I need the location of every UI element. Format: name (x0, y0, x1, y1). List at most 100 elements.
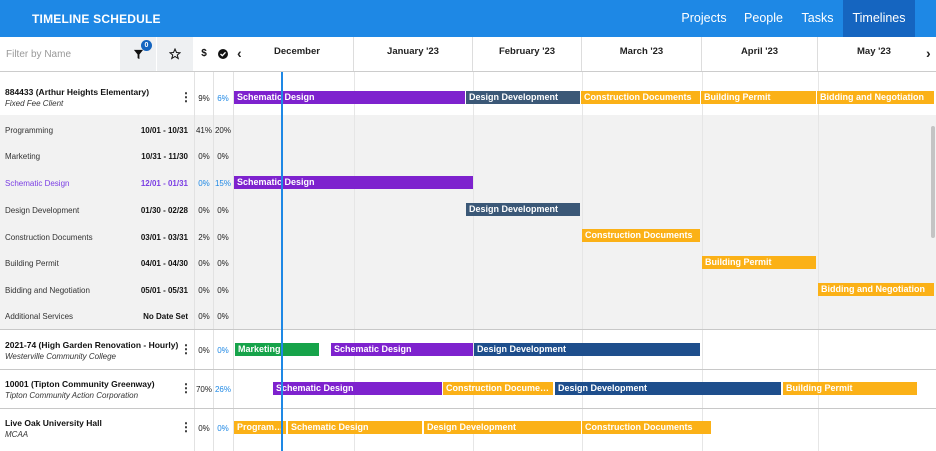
fee-percent: 0% (198, 259, 210, 268)
complete-percent: 0% (217, 259, 229, 268)
phase-dates: 04/01 - 04/30 (140, 259, 188, 268)
complete-percent: 0% (217, 206, 229, 215)
timeline-bar[interactable]: Programming (234, 421, 286, 434)
timeline-bar[interactable]: Building Permit (701, 91, 816, 104)
phase-dates: 03/01 - 03/31 (140, 233, 188, 242)
phase-name: Marketing (5, 152, 41, 161)
phase-name: Design Development (5, 206, 80, 215)
timeline-bar[interactable]: Construction Documents (582, 229, 700, 242)
timeline-bar[interactable]: Design Development (466, 203, 580, 216)
favorites-button[interactable] (157, 37, 193, 71)
nav-tasks[interactable]: Tasks (792, 0, 843, 37)
complete-percent: 0% (217, 312, 229, 321)
timeline-bar[interactable]: Schematic Design (273, 382, 442, 395)
fee-percent: 70% (195, 385, 212, 394)
filter-by-name-input[interactable] (0, 37, 120, 71)
timeline-bar[interactable]: Schematic Design (288, 421, 422, 434)
fee-percent: 0% (198, 286, 210, 295)
vertical-scrollbar[interactable] (931, 126, 935, 238)
complete-percent: 0% (217, 233, 229, 242)
complete-percent: 0% (217, 424, 229, 433)
fee-percent: 9% (198, 94, 210, 103)
fee-percent: 0% (198, 312, 210, 321)
project-client: Tipton Community Action Corporation (5, 391, 139, 400)
more-options-icon[interactable]: ⋮ (180, 382, 192, 394)
timeline-bar[interactable]: Schematic Design (234, 176, 473, 189)
nav-people[interactable]: People (735, 0, 792, 37)
app-title: TIMELINE SCHEDULE (32, 12, 161, 26)
timeline-bar[interactable]: Bidding and Negotiation (818, 283, 934, 296)
fee-column-header[interactable]: $ (195, 37, 213, 71)
timeline-bar[interactable]: Design Development (555, 382, 781, 395)
month-header: January '23 (354, 37, 473, 71)
phase-name: Schematic Design (5, 179, 70, 188)
project-client: MCAA (5, 430, 29, 439)
nav-timelines[interactable]: Timelines (843, 0, 915, 37)
phase-name: Bidding and Negotiation (5, 286, 90, 295)
month-header: February '23 (473, 37, 582, 71)
complete-percent: 0% (217, 286, 229, 295)
timeline-bar[interactable]: Marketing (235, 343, 319, 356)
fee-percent: 0% (198, 346, 210, 355)
timeline-bar[interactable]: Building Permit (702, 256, 816, 269)
phase-name: Additional Services (5, 312, 74, 321)
timeline-bar[interactable]: Construction Documents (582, 421, 711, 434)
month-header: May '23 (857, 46, 891, 57)
next-period-arrow[interactable]: › (926, 37, 936, 71)
fee-percent: 0% (198, 424, 210, 433)
star-icon (169, 48, 181, 60)
complete-column-header[interactable] (214, 37, 232, 71)
phase-name: Building Permit (5, 259, 59, 268)
timeline-bar[interactable]: Bidding and Negotiation (817, 91, 934, 104)
timeline-bar[interactable]: Design Development (474, 343, 700, 356)
complete-percent: 15% (214, 179, 231, 188)
month-header: April '23 (702, 37, 818, 71)
phase-dates: No Date Set (143, 312, 188, 321)
phase-name: Construction Documents (5, 233, 93, 242)
complete-percent: 6% (217, 94, 229, 103)
project-name[interactable]: 884433 (Arthur Heights Elementary) (5, 87, 149, 97)
complete-percent: 0% (217, 346, 229, 355)
phase-name: Programming (5, 126, 54, 135)
row-separator (0, 329, 936, 330)
month-header: December (241, 37, 354, 71)
timeline-header: 0 $ ‹ December January '23 February '23 … (0, 37, 936, 72)
month-header: March '23 (582, 37, 702, 71)
filter-button[interactable]: 0 (120, 37, 156, 71)
timeline-bar[interactable]: Schematic Design (234, 91, 465, 104)
more-options-icon[interactable]: ⋮ (180, 343, 192, 355)
fee-percent: 0% (198, 152, 210, 161)
project-name[interactable]: Live Oak University Hall (5, 418, 102, 428)
more-options-icon[interactable]: ⋮ (180, 91, 192, 103)
timeline-bar[interactable]: Schematic Design (331, 343, 473, 356)
complete-percent: 26% (214, 385, 231, 394)
row-separator (0, 369, 936, 370)
fee-percent: 2% (198, 233, 210, 242)
fee-percent: 41% (195, 126, 212, 135)
expanded-phase-area (0, 115, 936, 329)
complete-percent: 20% (214, 126, 231, 135)
phase-dates: 12/01 - 01/31 (140, 179, 188, 188)
column-divider (233, 72, 234, 451)
nav-projects[interactable]: Projects (673, 0, 735, 37)
phase-dates: 10/01 - 10/31 (140, 126, 188, 135)
check-circle-icon (218, 49, 228, 59)
phase-dates: 10/31 - 11/30 (141, 152, 188, 161)
more-options-icon[interactable]: ⋮ (180, 421, 192, 433)
filter-icon (133, 49, 143, 59)
timeline-bar[interactable]: Design Development (424, 421, 581, 434)
project-name[interactable]: 10001 (Tipton Community Greenway) (5, 379, 155, 389)
timeline-bar[interactable]: Construction Documents (443, 382, 553, 395)
timeline-bar[interactable]: Design Development (466, 91, 580, 104)
phase-dates: 01/30 - 02/28 (140, 206, 188, 215)
filter-count-badge: 0 (141, 40, 152, 51)
project-name[interactable]: 2021-74 (High Garden Renovation - Hourly… (5, 340, 178, 350)
timeline-bar[interactable]: Building Permit (783, 382, 917, 395)
row-separator (0, 408, 936, 409)
top-nav-bar: TIMELINE SCHEDULE Projects People Tasks … (0, 0, 936, 37)
project-client: Fixed Fee Client (5, 99, 64, 108)
fee-percent: 0% (198, 179, 210, 188)
timeline-bar[interactable]: Construction Documents (581, 91, 700, 104)
fee-percent: 0% (198, 206, 210, 215)
today-marker (281, 72, 283, 451)
